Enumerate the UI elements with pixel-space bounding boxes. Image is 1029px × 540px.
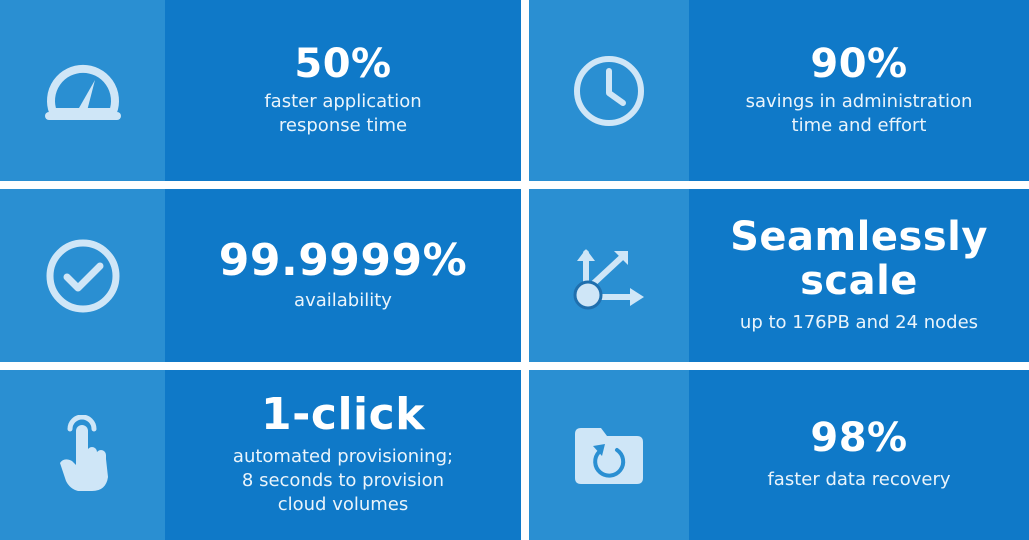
clock-icon bbox=[571, 53, 647, 129]
tile-availability: 99.9999% availability bbox=[0, 189, 521, 362]
tile-headline: 98% bbox=[810, 415, 908, 461]
tile-headline: scale bbox=[800, 257, 918, 304]
tile-icon-panel bbox=[0, 189, 165, 362]
tile-subtext-line: faster application bbox=[264, 90, 422, 112]
benefits-grid: 50% faster application response time 90%… bbox=[0, 0, 1029, 540]
tile-text-panel: 1-click automated provisioning; 8 second… bbox=[165, 370, 521, 540]
tile-subtext-line: up to 176PB and 24 nodes bbox=[739, 311, 979, 333]
tile-subtext-line: 8 seconds to provision bbox=[241, 470, 445, 491]
tile-subtext-line: cloud volumes bbox=[277, 494, 409, 515]
tile-admin-savings: 90% savings in administration time and e… bbox=[529, 0, 1029, 181]
tile-headline: Seamlessly bbox=[730, 213, 988, 260]
tile-headline: 99.9999% bbox=[218, 234, 468, 286]
tile-text-panel: 50% faster application response time bbox=[165, 0, 521, 181]
tile-headline: 50% bbox=[294, 40, 392, 87]
tile-icon-panel bbox=[0, 370, 165, 540]
tile-headline: 1-click bbox=[261, 389, 425, 440]
checkmark-circle-icon bbox=[43, 236, 123, 316]
tile-subtext-line: availability bbox=[294, 289, 392, 311]
tile-icon-panel bbox=[529, 0, 689, 181]
tile-scale: Seamlessly scale up to 176PB and 24 node… bbox=[529, 189, 1029, 362]
tile-headline: 90% bbox=[810, 40, 908, 87]
tile-subtext-line: automated provisioning; bbox=[232, 446, 454, 467]
tap-hand-icon bbox=[48, 415, 118, 495]
tile-icon-panel bbox=[529, 189, 689, 362]
tile-text-panel: 98% faster data recovery bbox=[689, 370, 1029, 540]
tile-one-click: 1-click automated provisioning; 8 second… bbox=[0, 370, 521, 540]
folder-recovery-icon bbox=[569, 422, 649, 488]
tile-subtext-line: savings in administration bbox=[745, 90, 973, 112]
tile-text-panel: 99.9999% availability bbox=[165, 189, 521, 362]
tile-response-time: 50% faster application response time bbox=[0, 0, 521, 181]
tile-subtext-line: response time bbox=[278, 114, 408, 136]
speedometer-icon bbox=[43, 56, 123, 126]
tile-data-recovery: 98% faster data recovery bbox=[529, 370, 1029, 540]
tile-text-panel: 90% savings in administration time and e… bbox=[689, 0, 1029, 181]
tile-text-panel: Seamlessly scale up to 176PB and 24 node… bbox=[689, 189, 1029, 362]
tile-icon-panel bbox=[0, 0, 165, 181]
scale-arrows-icon bbox=[564, 231, 654, 321]
tile-subtext-line: time and effort bbox=[791, 114, 927, 136]
tile-icon-panel bbox=[529, 370, 689, 540]
tile-subtext-line: faster data recovery bbox=[767, 469, 951, 490]
